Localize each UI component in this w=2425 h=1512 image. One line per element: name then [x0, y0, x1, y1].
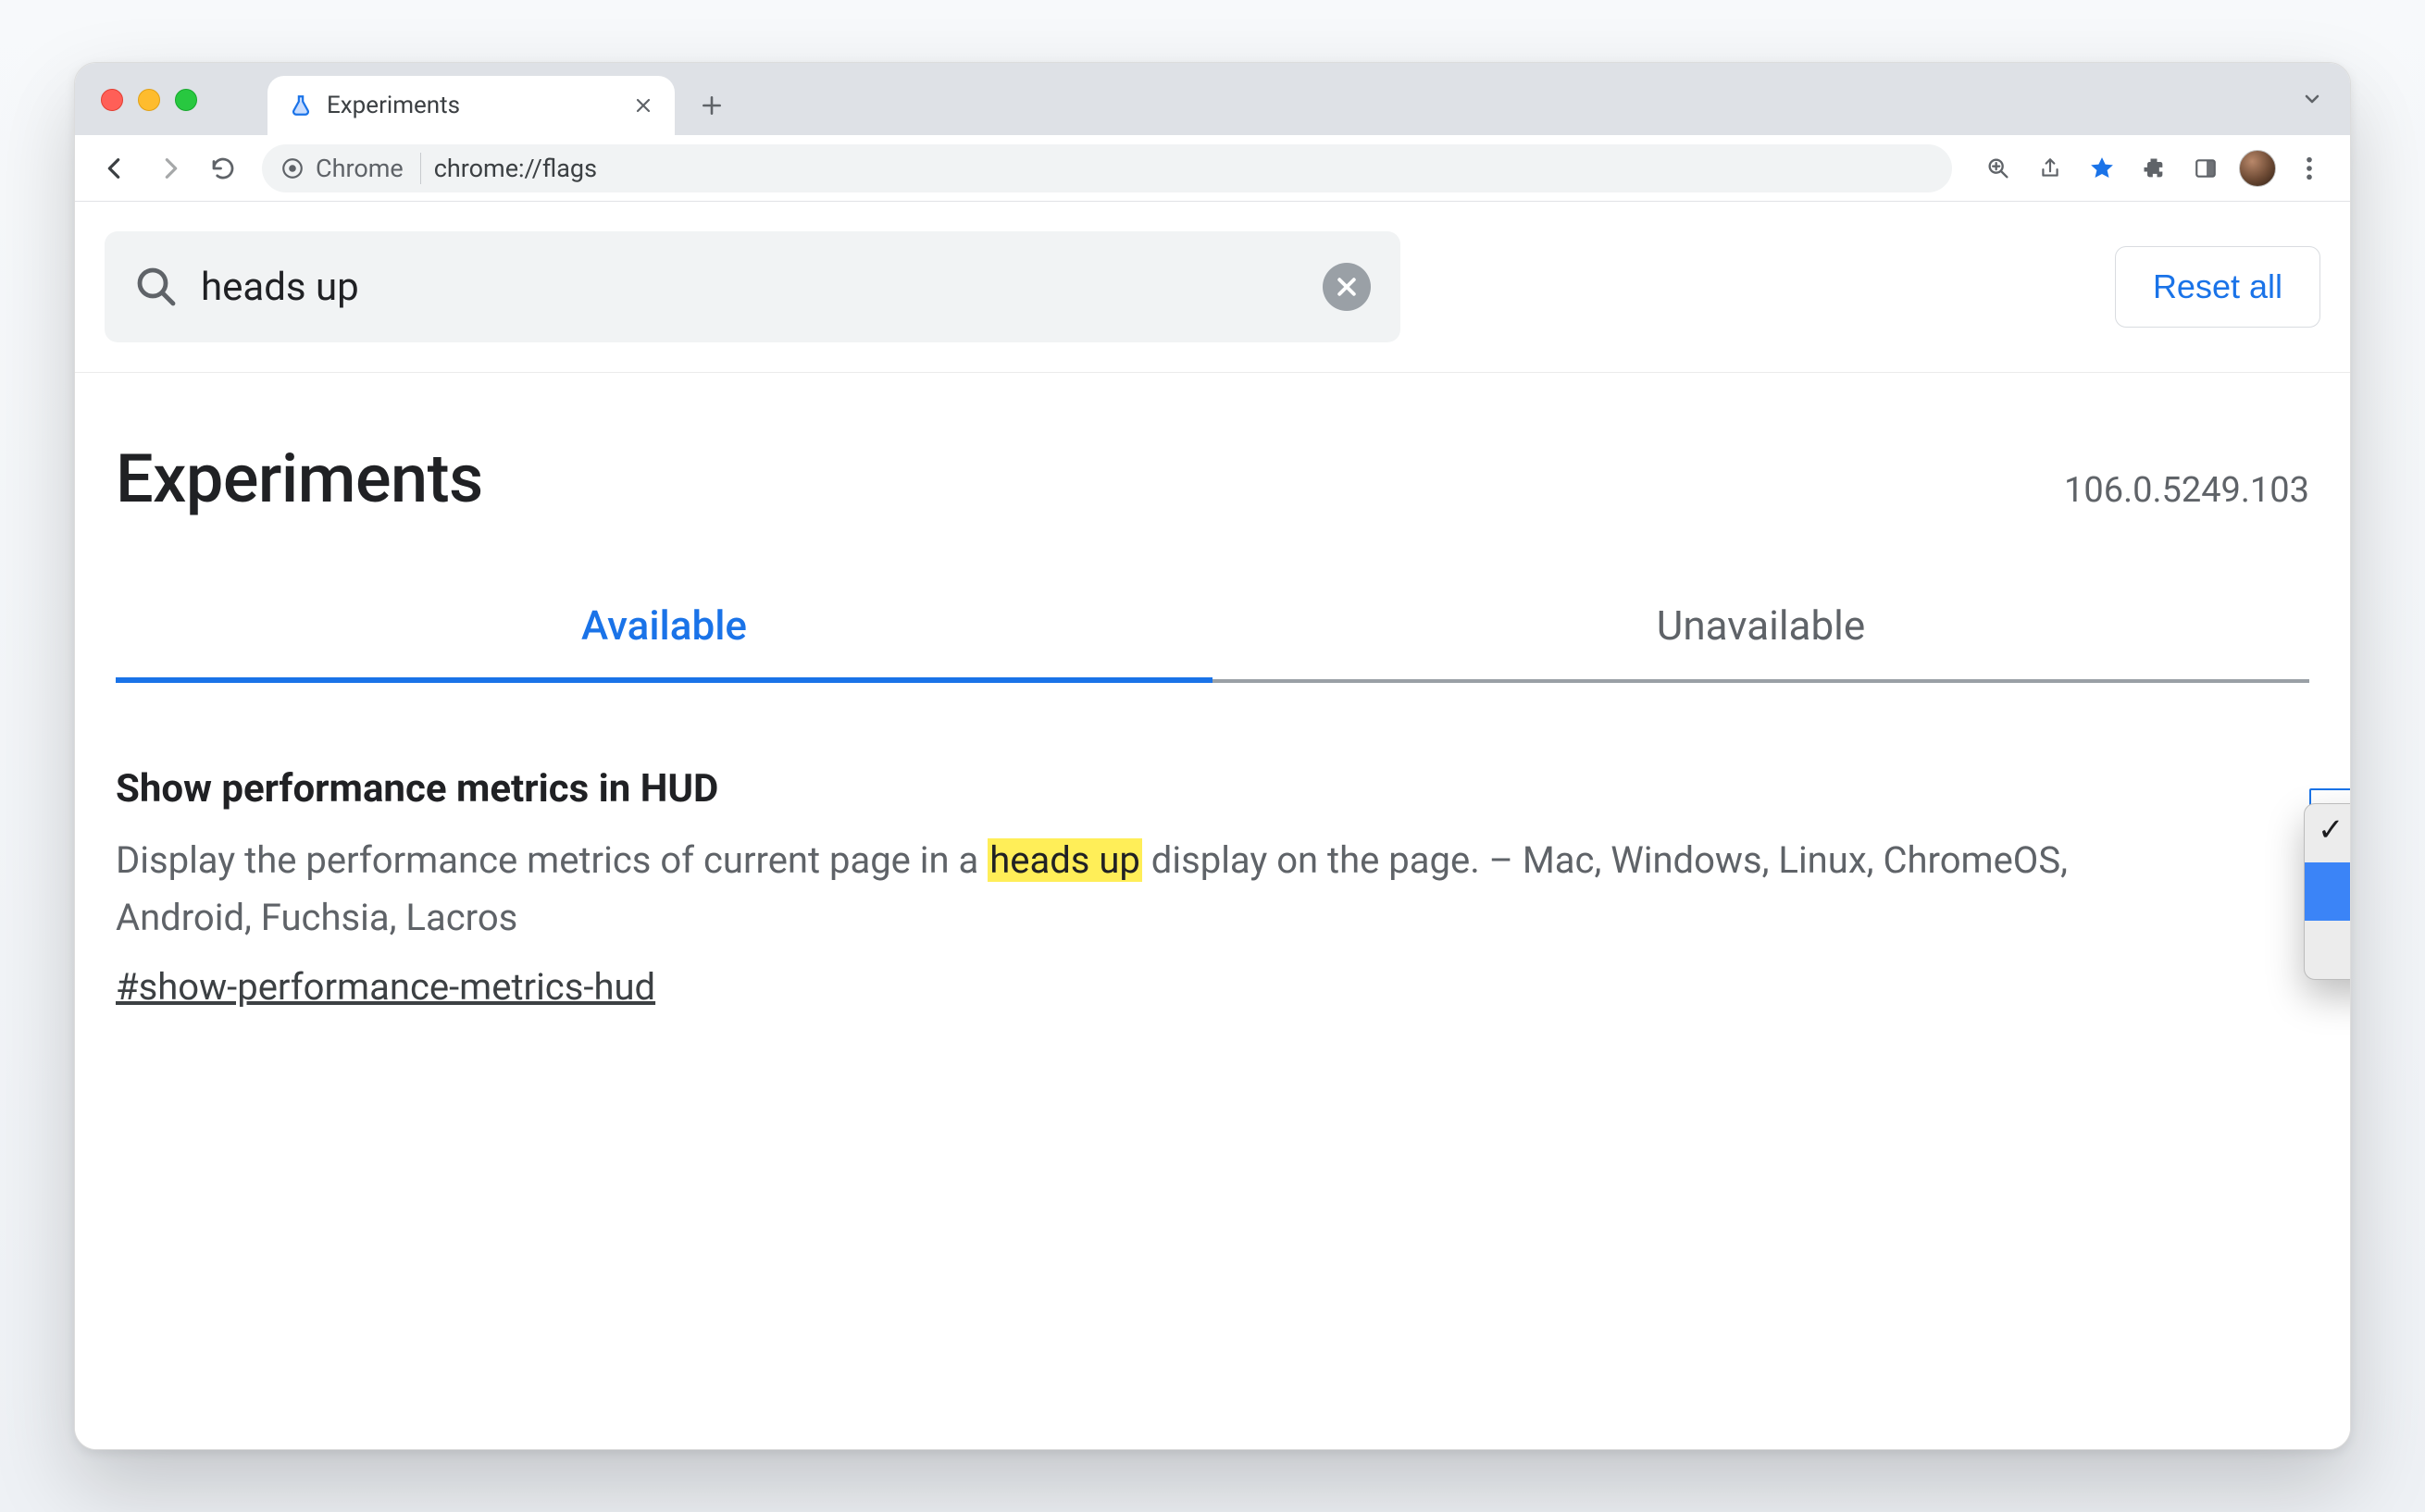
- site-chip-label: Chrome: [316, 154, 404, 183]
- clear-search-button[interactable]: [1323, 263, 1371, 311]
- extensions-button[interactable]: [2130, 144, 2178, 192]
- bookmark-button[interactable]: [2078, 144, 2126, 192]
- tab-search-button[interactable]: [2296, 83, 2328, 115]
- dropdown-option-enabled[interactable]: Enabled: [2305, 862, 2350, 921]
- menu-button[interactable]: [2285, 144, 2333, 192]
- profile-avatar[interactable]: [2233, 144, 2282, 192]
- avatar-image: [2239, 150, 2276, 187]
- address-bar[interactable]: Chrome chrome://flags: [262, 144, 1952, 192]
- forward-button[interactable]: [145, 144, 193, 192]
- reset-all-button[interactable]: Reset all: [2115, 246, 2320, 328]
- chrome-version: 106.0.5249.103: [2064, 470, 2309, 511]
- flag-desc-pre: Display the performance metrics of curre…: [116, 838, 988, 882]
- site-info-chip[interactable]: Chrome: [280, 153, 421, 184]
- page-content: Reset all Experiments 106.0.5249.103 Ava…: [75, 202, 2350, 1449]
- dropdown-option-disabled[interactable]: Disabled: [2305, 921, 2350, 979]
- page-title: Experiments: [116, 440, 483, 518]
- tabs-area: Experiments: [267, 63, 732, 135]
- close-tab-icon[interactable]: [630, 93, 656, 118]
- active-tab[interactable]: Experiments: [267, 76, 675, 135]
- chrome-logo-icon: [280, 156, 305, 180]
- tab-title: Experiments: [327, 92, 617, 119]
- window-controls: [101, 89, 197, 111]
- tab-unavailable[interactable]: Unavailable: [1212, 601, 2309, 683]
- flag-anchor-link[interactable]: #show-performance-metrics-hud: [116, 965, 655, 1009]
- flag-title: Show performance metrics in HUD: [116, 766, 2198, 812]
- toolbar-actions: [1974, 144, 2333, 192]
- side-panel-button[interactable]: [2182, 144, 2230, 192]
- minimize-window-button[interactable]: [138, 89, 160, 111]
- chevron-down-icon: [2296, 83, 2328, 115]
- flag-state-dropdown: Default Enabled Disabled: [2304, 803, 2350, 980]
- search-icon: [134, 265, 179, 309]
- flags-search-box: [105, 231, 1400, 342]
- tab-strip: Experiments: [75, 63, 2350, 135]
- new-tab-button[interactable]: [691, 85, 732, 126]
- search-highlight: heads up: [988, 838, 1142, 882]
- search-row: Reset all: [75, 202, 2350, 373]
- zoom-button[interactable]: [1974, 144, 2022, 192]
- page-header: Experiments 106.0.5249.103: [75, 373, 2350, 537]
- share-button[interactable]: [2026, 144, 2074, 192]
- flag-description: Display the performance metrics of curre…: [116, 832, 2198, 947]
- browser-window: Experiments: [74, 62, 2351, 1450]
- back-button[interactable]: [92, 144, 140, 192]
- dropdown-option-default[interactable]: Default: [2305, 804, 2350, 862]
- flags-search-input[interactable]: [201, 265, 1300, 310]
- maximize-window-button[interactable]: [175, 89, 197, 111]
- url-text: chrome://flags: [434, 154, 597, 183]
- flags-tabs: Available Unavailable: [116, 601, 2309, 683]
- flag-text-block: Show performance metrics in HUD Display …: [116, 766, 2198, 1009]
- close-window-button[interactable]: [101, 89, 123, 111]
- flag-item: Show performance metrics in HUD Display …: [75, 683, 2350, 1009]
- tab-available[interactable]: Available: [116, 601, 1212, 683]
- toolbar: Chrome chrome://flags: [75, 135, 2350, 202]
- flask-icon: [288, 93, 314, 118]
- reload-button[interactable]: [199, 144, 247, 192]
